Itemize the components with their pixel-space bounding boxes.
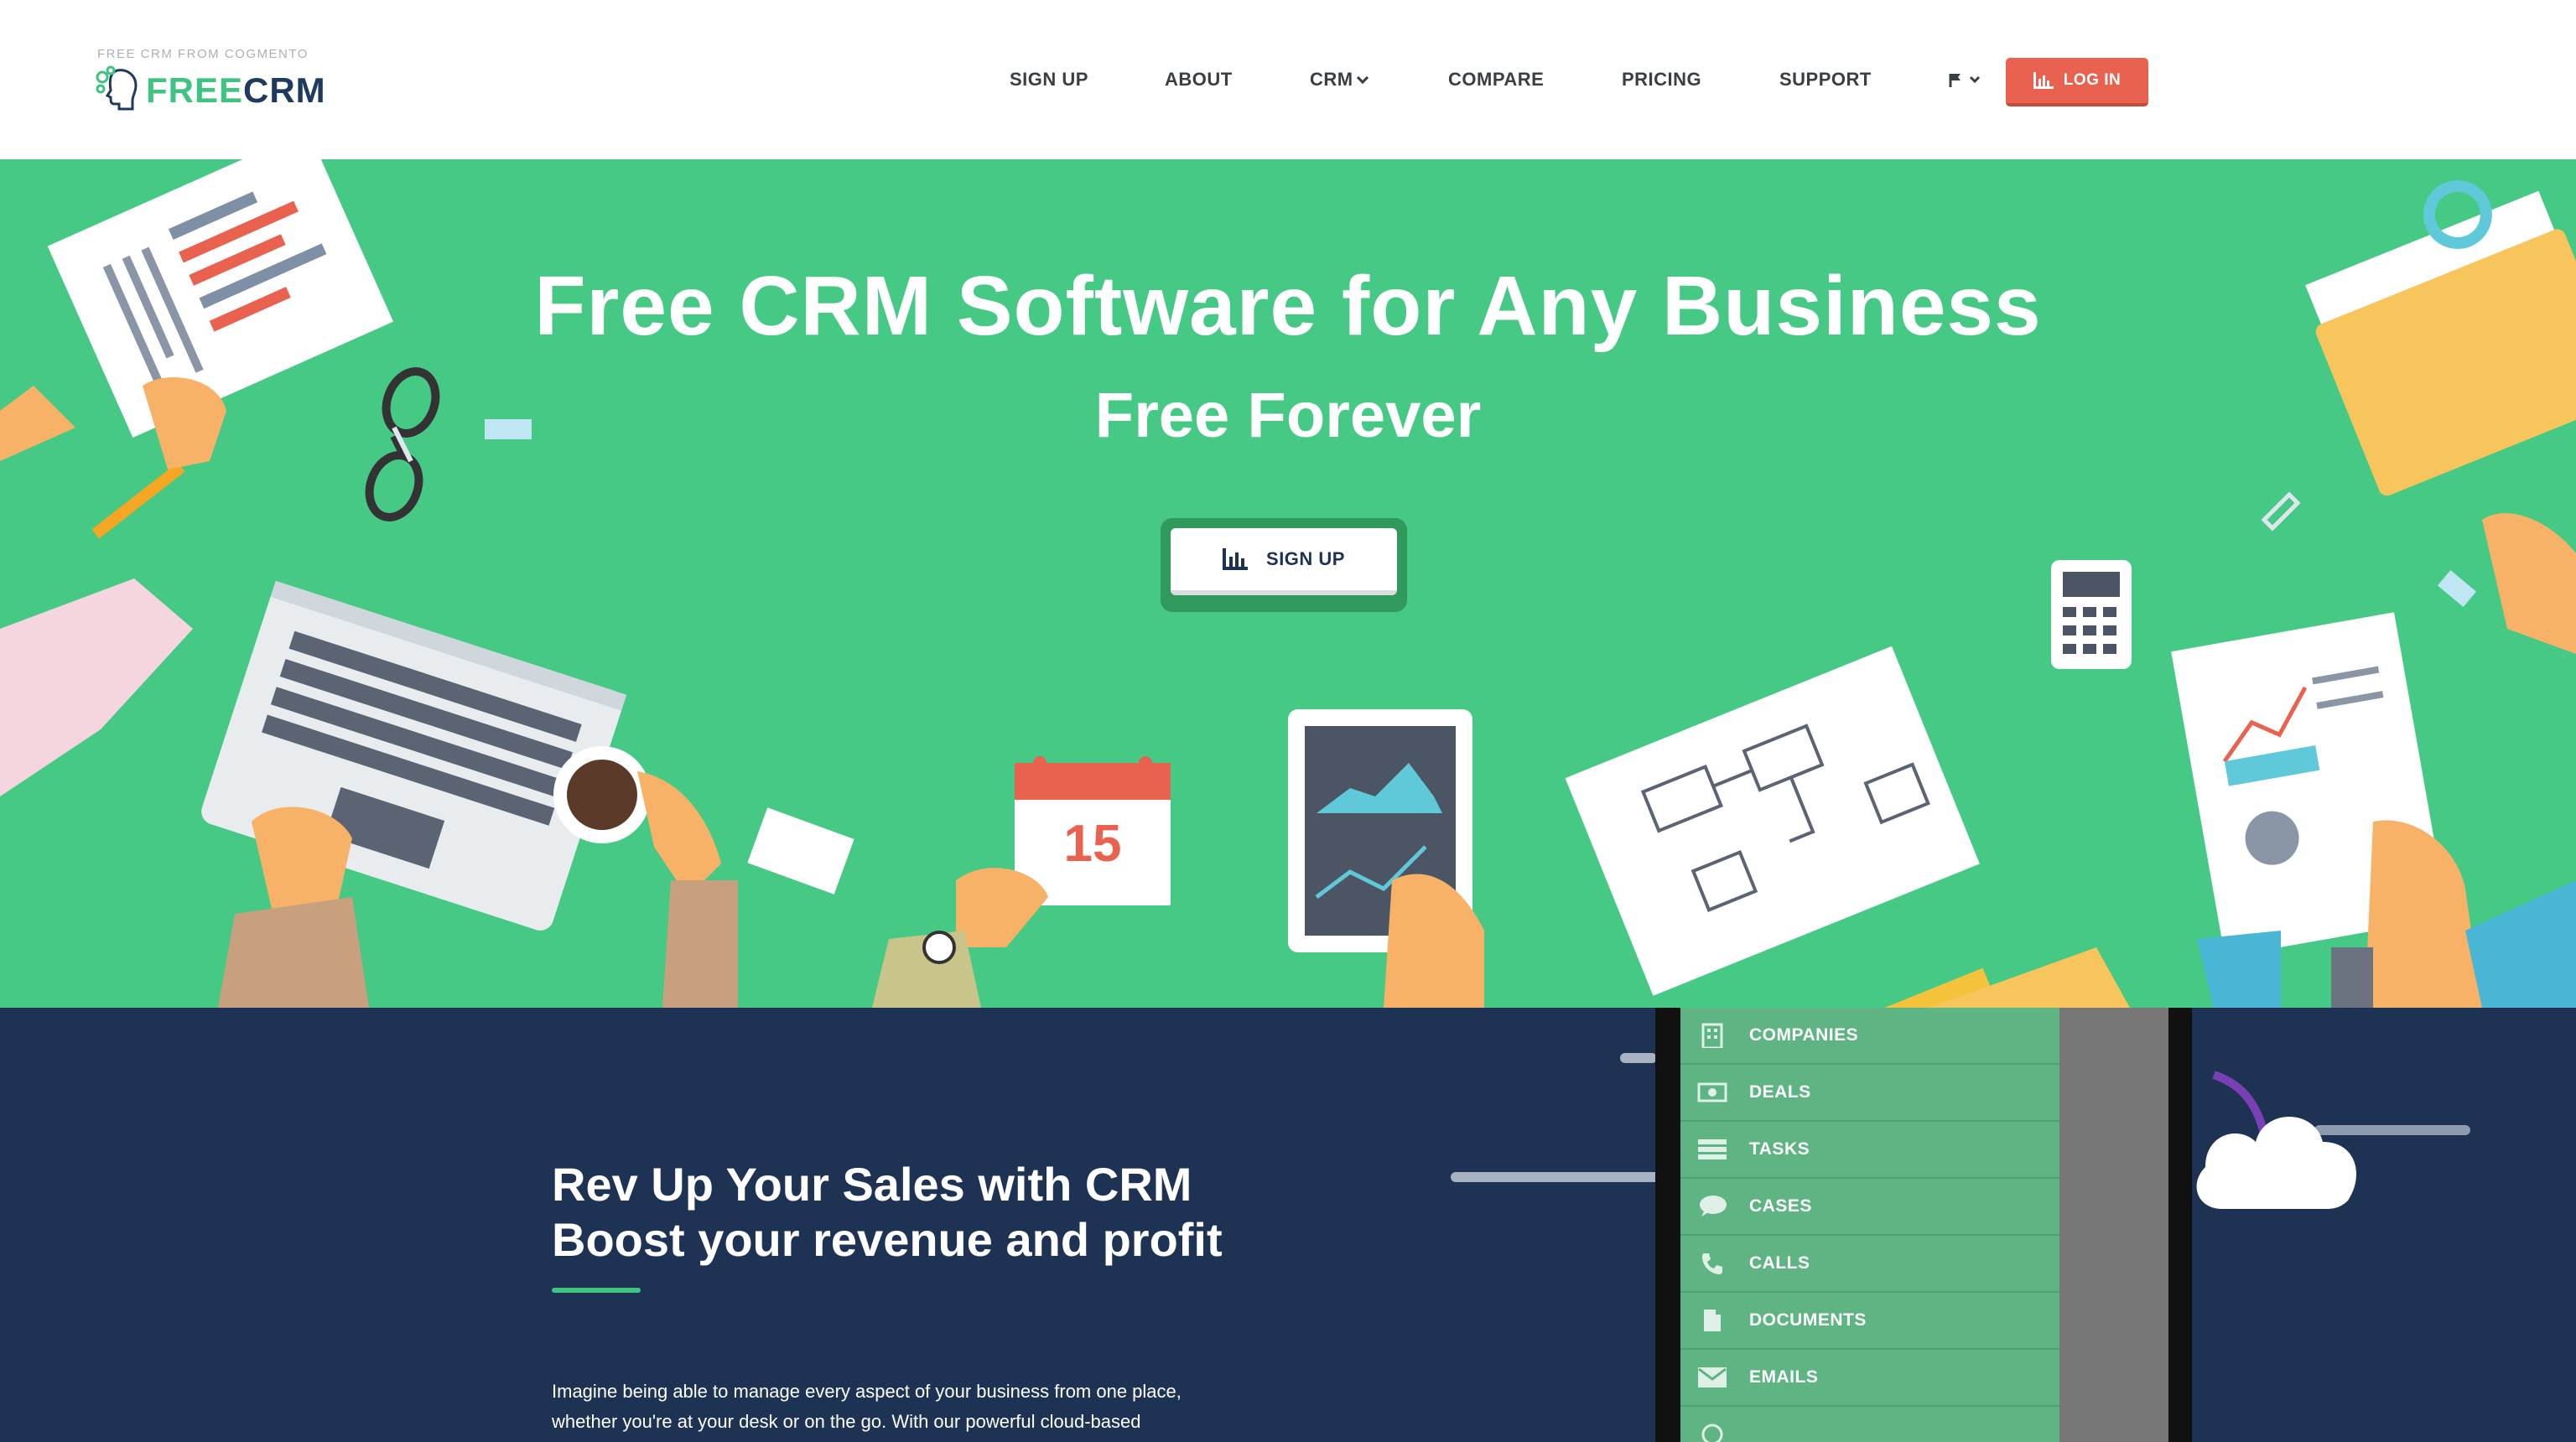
phone-screen: COMPANIES DEALS TASKS CASES CALLS DOCUME…	[1680, 1008, 2168, 1442]
feature-heading-line1: Rev Up Your Sales with CRM	[552, 1158, 1192, 1211]
menu-label: EMAILS	[1749, 1367, 1819, 1387]
nav-support[interactable]: SUPPORT	[1779, 69, 1872, 91]
nav-about[interactable]: ABOUT	[1165, 69, 1233, 91]
logo-free-text: FREE	[146, 70, 244, 110]
crm-side-menu: COMPANIES DEALS TASKS CASES CALLS DOCUME…	[1680, 1008, 2059, 1442]
menu-item-deals[interactable]: DEALS	[1680, 1065, 2059, 1122]
nav-crm-label: CRM	[1310, 69, 1353, 90]
heading-divider	[552, 1288, 641, 1293]
bar-chart-icon	[1223, 548, 1249, 570]
logo-wordmark: FREECRM	[146, 70, 326, 111]
phone-icon	[1697, 1251, 1727, 1276]
menu-label: TASKS	[1749, 1139, 1810, 1159]
envelope-icon	[1697, 1365, 1727, 1390]
site-header: FREE CRM FROM COGMENTO FREECRM SIGN UP A…	[0, 0, 2576, 159]
menu-item-tasks[interactable]: TASKS	[1680, 1122, 2059, 1179]
screen-dim-overlay	[2059, 1008, 2168, 1442]
hero-signup-frame: SIGN UP	[1161, 518, 1407, 612]
flag-icon	[1949, 74, 1981, 87]
login-button[interactable]: LOG IN	[2006, 58, 2148, 106]
decor-bar	[1451, 1172, 1660, 1182]
feature-body-line1: Imagine being able to manage every aspec…	[552, 1381, 1182, 1402]
cloud-icon	[2196, 1071, 2356, 1209]
nav-crm-dropdown[interactable]: CRM	[1310, 69, 1368, 91]
feature-section: Rev Up Your Sales with CRM Boost your re…	[0, 1008, 2576, 1442]
hero-title: Free CRM Software for Any Business	[534, 259, 2042, 353]
building-icon	[1697, 1023, 1727, 1048]
menu-label: CALLS	[1749, 1253, 1810, 1273]
chat-bubble-icon	[1697, 1194, 1727, 1219]
menu-label: DEALS	[1749, 1082, 1811, 1102]
calendar-day-text: 15	[1064, 815, 1122, 873]
logo-crm-text: CRM	[243, 70, 326, 110]
feature-heading: Rev Up Your Sales with CRM Boost your re…	[552, 1157, 1306, 1268]
hero-signup-label: SIGN UP	[1266, 548, 1345, 569]
menu-item-more[interactable]	[1680, 1407, 2059, 1442]
hero-signup-button[interactable]: SIGN UP	[1171, 528, 1397, 595]
login-label: LOG IN	[2063, 71, 2122, 89]
tasks-icon	[1697, 1137, 1727, 1162]
hero-subtitle: Free Forever	[1094, 380, 1482, 451]
menu-label: CASES	[1749, 1196, 1812, 1216]
nav-pricing[interactable]: PRICING	[1622, 69, 1701, 91]
bar-chart-icon	[2033, 72, 2054, 89]
feature-heading-line2: Boost your revenue and profit	[552, 1213, 1223, 1266]
menu-label: COMPANIES	[1749, 1025, 1859, 1045]
language-selector[interactable]	[1947, 70, 1987, 91]
circle-icon	[1697, 1422, 1727, 1442]
menu-item-documents[interactable]: DOCUMENTS	[1680, 1293, 2059, 1350]
menu-item-calls[interactable]: CALLS	[1680, 1236, 2059, 1293]
nav-sign-up[interactable]: SIGN UP	[1010, 69, 1088, 91]
decor-bar	[1620, 1053, 1657, 1063]
chevron-down-icon	[1356, 71, 1368, 85]
menu-label: DOCUMENTS	[1749, 1310, 1867, 1330]
freecrm-logo[interactable]: FREE CRM FROM COGMENTO FREECRM	[94, 47, 362, 114]
money-icon	[1697, 1080, 1727, 1105]
logo-tagline: FREE CRM FROM COGMENTO	[97, 47, 309, 61]
phone-mockup: COMPANIES DEALS TASKS CASES CALLS DOCUME…	[1655, 1008, 2192, 1442]
feature-body-line2: whether you're at your desk or on the go…	[552, 1411, 1141, 1432]
menu-item-emails[interactable]: EMAILS	[1680, 1350, 2059, 1407]
menu-item-companies[interactable]: COMPANIES	[1680, 1008, 2059, 1065]
nav-compare[interactable]: COMPARE	[1448, 69, 1544, 91]
document-icon	[1697, 1308, 1727, 1333]
menu-item-cases[interactable]: CASES	[1680, 1179, 2059, 1236]
feature-body: Imagine being able to manage every aspec…	[552, 1377, 1273, 1437]
head-gears-icon	[96, 65, 138, 111]
hero-section: 15 Free CRM Software for Any Business Fr…	[0, 159, 2576, 1008]
